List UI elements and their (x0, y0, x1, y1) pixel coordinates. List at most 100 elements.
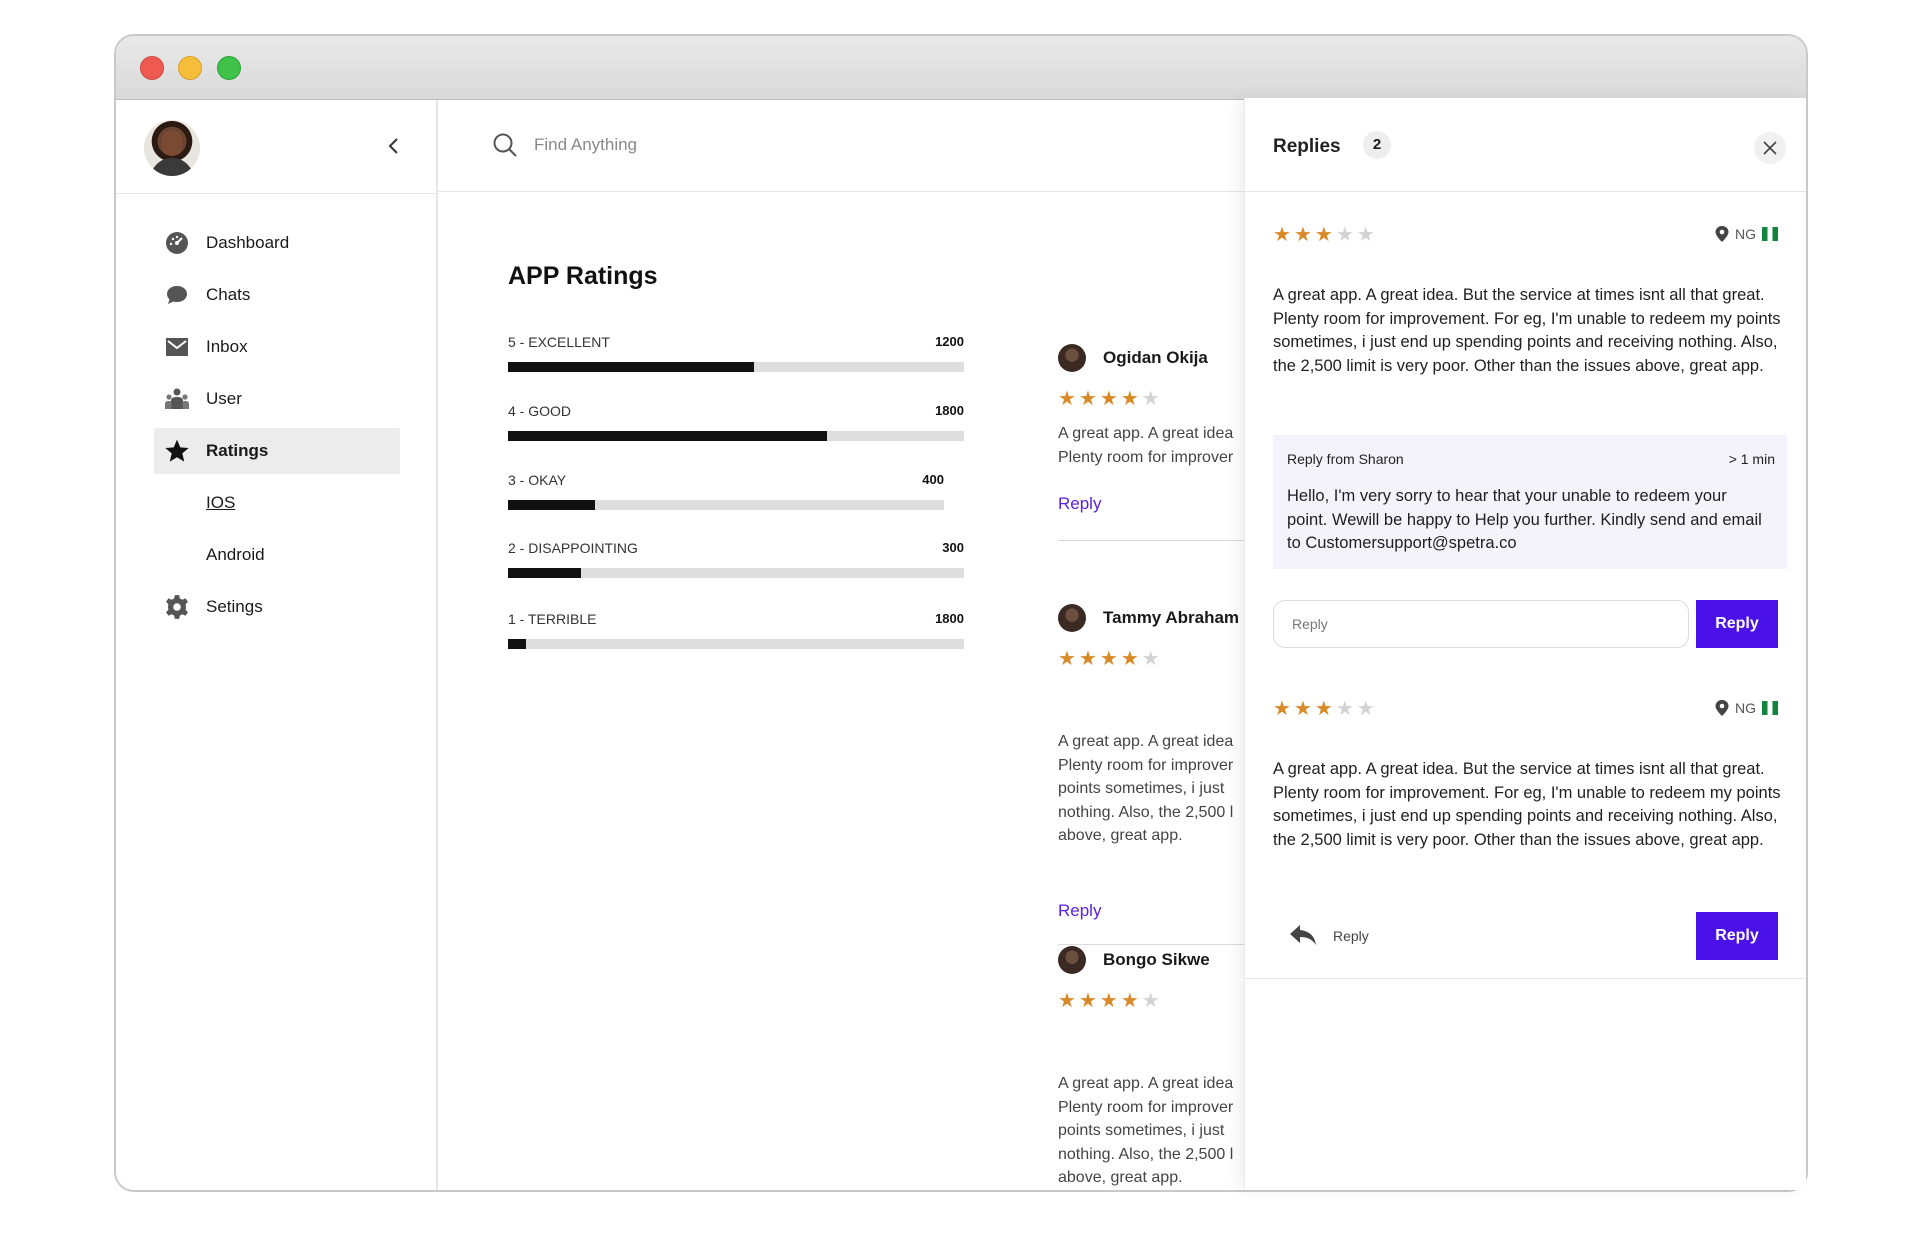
review-stars: ★★★★★ (1058, 646, 1163, 671)
replies-panel: Replies 2 ★★★★★ NG A great app. A great … (1244, 98, 1806, 1190)
sidebar-item-label: Chats (206, 285, 251, 304)
reply-arrow-icon[interactable] (1289, 924, 1317, 951)
reply-message-box: Reply from Sharon > 1 min Hello, I'm ver… (1273, 435, 1787, 569)
reply-input[interactable] (1273, 600, 1689, 648)
sidebar-item-ios[interactable]: IOS (154, 480, 400, 526)
rating-bar (508, 568, 581, 578)
review-line: A great app. A great idea (1058, 1075, 1234, 1092)
sidebar-item-label: Inbox (206, 337, 248, 356)
sidebar-item-settings[interactable]: Setings (154, 584, 400, 630)
sidebar-item-inbox[interactable]: Inbox (154, 324, 400, 370)
divider (1058, 540, 1248, 541)
star-icon: ★ (1058, 388, 1079, 410)
sidebar: Dashboard Chats Inbox User Ratings IOS A… (116, 100, 438, 1190)
location-pin-icon (1715, 700, 1729, 716)
sidebar-item-dashboard[interactable]: Dashboard (154, 220, 400, 266)
country-code: NG (1735, 700, 1756, 716)
close-window-button[interactable] (140, 56, 164, 80)
sidebar-item-android[interactable]: Android (154, 532, 400, 578)
sidebar-item-label: IOS (206, 493, 236, 512)
reply-button[interactable]: Reply (1696, 600, 1778, 648)
replies-header: Replies 2 (1245, 98, 1806, 192)
rating-track (508, 362, 964, 372)
reply-message: Hello, I'm very sorry to hear that your … (1287, 487, 1762, 553)
maximize-window-button[interactable] (217, 56, 241, 80)
star-icon: ★ (1141, 388, 1163, 410)
star-icon: ★ (1058, 648, 1079, 670)
sidebar-item-label: Ratings (206, 441, 269, 460)
sidebar-header (116, 100, 436, 194)
star-icon: ★ (1273, 698, 1294, 720)
review-line: Plenty room for improver (1058, 1098, 1234, 1116)
star-icon: ★ (1120, 648, 1142, 670)
review-line: Plenty room for improver (1058, 448, 1234, 466)
reply-link[interactable]: Reply (1333, 928, 1369, 944)
ng-flag-icon (1762, 227, 1778, 241)
close-icon[interactable] (1754, 132, 1786, 164)
users-icon (164, 386, 190, 412)
review-stars: ★★★★★ (1058, 988, 1163, 1013)
rating-count: 1800 (935, 403, 964, 418)
rating-label: 3 - OKAY (508, 472, 567, 488)
star-icon: ★ (1141, 990, 1163, 1012)
star-icon: ★ (1078, 648, 1100, 670)
rating-track (508, 568, 964, 578)
sidebar-item-label: Android (206, 545, 265, 564)
reviewer-name: Tammy Abraham (1103, 608, 1240, 627)
rating-track (508, 500, 944, 510)
reply-entry-text: A great app. A great idea. But the servi… (1273, 286, 1781, 375)
search-icon (492, 132, 518, 163)
divider (1245, 978, 1806, 979)
sidebar-item-user[interactable]: User (154, 376, 400, 422)
rating-count: 1200 (935, 334, 964, 349)
sidebar-nav: Dashboard Chats Inbox User Ratings IOS A… (154, 220, 400, 636)
reviewer-name: Bongo Sikwe (1103, 950, 1210, 969)
star-icon: ★ (1099, 990, 1121, 1012)
review-line: A great app. A great idea (1058, 425, 1234, 442)
reviewer-avatar (1058, 344, 1086, 372)
location-tag: NG (1715, 226, 1778, 242)
review-line: points sometimes, i just (1058, 1122, 1225, 1139)
sidebar-item-label: Dashboard (206, 233, 290, 252)
sidebar-item-ratings[interactable]: Ratings (154, 428, 400, 474)
avatar[interactable] (144, 120, 200, 176)
review-line: nothing. Also, the 2,500 l (1058, 803, 1234, 821)
reviewer-avatar (1058, 604, 1086, 632)
reply-entry-stars: ★★★★★ (1273, 222, 1378, 247)
gear-icon (164, 594, 190, 620)
reviewer-name: Ogidan Okija (1103, 348, 1208, 367)
reply-from: Reply from Sharon (1287, 451, 1404, 467)
title-bar (116, 36, 1806, 100)
star-icon: ★ (1078, 990, 1100, 1012)
review-reply-link[interactable]: Reply (1058, 901, 1101, 921)
star-icon: ★ (1273, 224, 1294, 246)
reply-entry-text: A great app. A great idea. But the servi… (1273, 760, 1781, 849)
review-text: A great app. A great idea Plenty room for… (1058, 422, 1248, 469)
star-icon: ★ (1099, 648, 1121, 670)
rating-label: 1 - TERRIBLE (508, 611, 597, 627)
divider (1058, 944, 1248, 945)
review-line: A great app. A great idea (1058, 733, 1234, 750)
review-line: Plenty room for improver (1058, 756, 1234, 774)
search-input[interactable] (534, 128, 934, 162)
star-icon (164, 438, 190, 464)
star-icon: ★ (1120, 388, 1142, 410)
review-line: nothing. Also, the 2,500 l (1058, 1145, 1234, 1163)
review-stars: ★★★★★ (1058, 386, 1163, 411)
rating-bar (508, 362, 755, 372)
star-icon: ★ (1293, 698, 1315, 720)
star-icon: ★ (1356, 224, 1378, 246)
rating-bar (508, 639, 527, 649)
rating-track (508, 639, 964, 649)
star-icon: ★ (1314, 698, 1336, 720)
reply-button[interactable]: Reply (1696, 912, 1778, 960)
review-line: above, great app. (1058, 827, 1183, 844)
sidebar-item-chats[interactable]: Chats (154, 272, 400, 318)
dashboard-icon (164, 230, 190, 256)
review-reply-link[interactable]: Reply (1058, 494, 1101, 514)
rating-count: 1800 (935, 611, 964, 626)
minimize-window-button[interactable] (178, 56, 202, 80)
sidebar-item-label: User (206, 389, 242, 408)
chevron-left-icon[interactable] (384, 136, 404, 156)
star-icon: ★ (1335, 698, 1357, 720)
